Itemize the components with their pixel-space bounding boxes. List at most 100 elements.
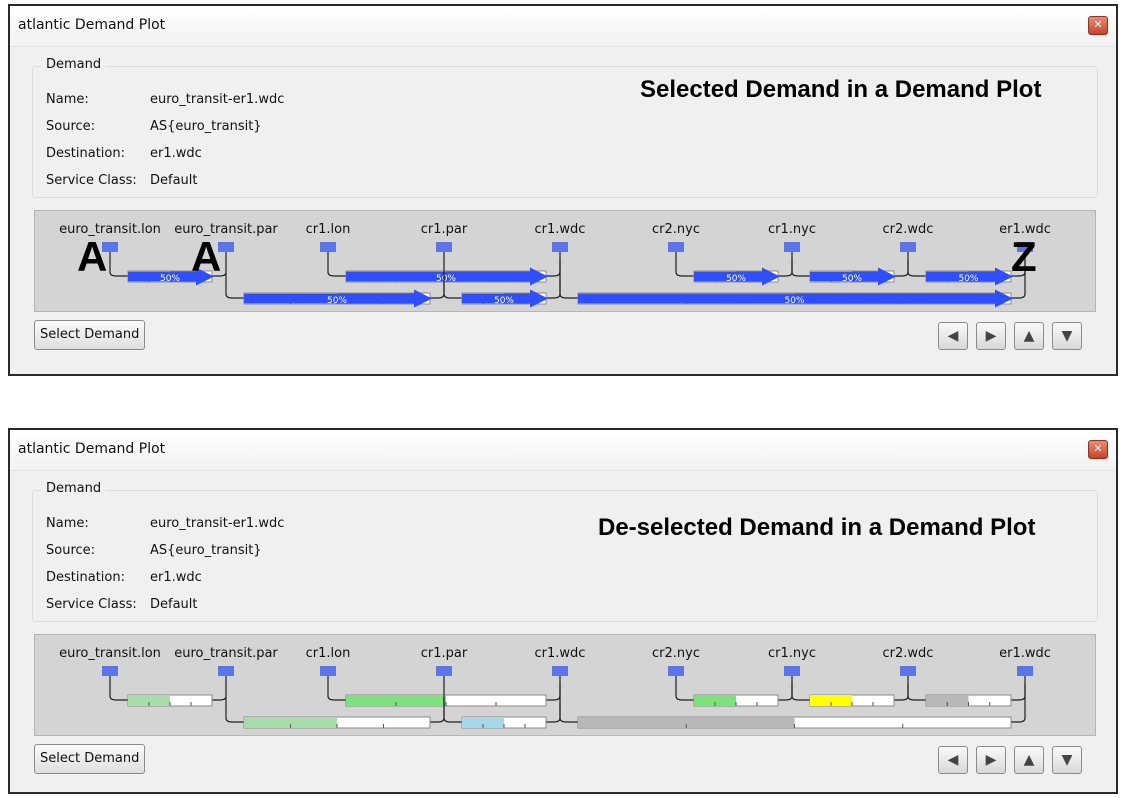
- arrow-left-icon: ◀: [947, 328, 959, 344]
- arrow-up-icon: ▲: [1023, 328, 1035, 344]
- node-label: cr2.wdc: [883, 646, 934, 661]
- demand-plot-area[interactable]: euro_transit.lon euro_transit.par cr1.lon c…: [34, 210, 1096, 312]
- demand-plot-window-selected: atlantic Demand Plot ✕ Demand Name: euro…: [8, 4, 1118, 376]
- nav-right-button[interactable]: ▶: [976, 746, 1006, 774]
- demand-arrow-head: [762, 267, 780, 286]
- node-label: euro_transit.par: [174, 222, 278, 237]
- overlay-caption: Selected Demand in a Demand Plot: [640, 76, 1042, 103]
- source-marker-a: A: [77, 233, 108, 280]
- node-label: cr2.wdc: [883, 222, 934, 237]
- flow-connector: [212, 684, 227, 701]
- node-square[interactable]: [784, 242, 800, 252]
- node-square[interactable]: [320, 242, 336, 252]
- flow-connector: [109, 684, 128, 701]
- source-value: AS{euro_transit}: [150, 543, 262, 558]
- node-label: cr1.par: [421, 646, 468, 661]
- select-demand-button[interactable]: Select Demand: [34, 744, 146, 774]
- select-demand-button[interactable]: Select Demand: [34, 320, 146, 350]
- flow-connector: [546, 260, 561, 299]
- flow-connector: [907, 684, 926, 701]
- flow-connector: [559, 697, 578, 723]
- flow-connector: [907, 260, 926, 277]
- utilization-label: 50%: [842, 274, 862, 284]
- demand-arrow-head: [530, 289, 548, 308]
- close-icon[interactable]: ✕: [1088, 16, 1108, 35]
- node-square[interactable]: [668, 666, 684, 676]
- node-square[interactable]: [900, 666, 916, 676]
- flow-connector: [675, 260, 694, 277]
- nav-up-button[interactable]: ▲: [1014, 322, 1044, 350]
- title-bar: atlantic Demand Plot ✕: [10, 430, 1116, 471]
- flow-connector: [559, 273, 578, 299]
- destination-label: Destination:: [46, 146, 125, 161]
- nav-left-button[interactable]: ◀: [938, 746, 968, 774]
- node-square[interactable]: [320, 666, 336, 676]
- node-label: cr1.wdc: [535, 222, 586, 237]
- flow-connector: [778, 260, 793, 277]
- window-title: atlantic Demand Plot: [18, 17, 166, 33]
- name-value: euro_transit-er1.wdc: [150, 516, 285, 531]
- destination-marker-z: Z: [1011, 233, 1037, 280]
- flow-connector: [675, 684, 694, 701]
- flow-connector: [894, 260, 909, 277]
- arrow-up-icon: ▲: [1023, 752, 1035, 768]
- flow-connector: [225, 697, 244, 723]
- source-marker-a-2: A: [191, 233, 222, 280]
- service-class-label: Service Class:: [46, 173, 137, 188]
- node-label: cr2.nyc: [652, 646, 700, 661]
- window-title: atlantic Demand Plot: [18, 441, 166, 457]
- node-label: cr1.nyc: [768, 646, 816, 661]
- node-label: cr1.lon: [306, 646, 351, 661]
- utilization-label: 50%: [436, 274, 456, 284]
- node-square[interactable]: [900, 242, 916, 252]
- destination-label: Destination:: [46, 570, 125, 585]
- source-label: Source:: [46, 119, 96, 134]
- node-square[interactable]: [552, 242, 568, 252]
- flow-connector: [546, 684, 561, 723]
- name-label: Name:: [46, 516, 89, 531]
- nav-left-button[interactable]: ◀: [938, 322, 968, 350]
- flow-connector: [109, 260, 128, 277]
- flow-connector: [1011, 684, 1026, 723]
- demand-plot-svg: euro_transit.lon euro_transit.par cr1.lon c…: [59, 646, 1051, 729]
- nav-down-button[interactable]: ▼: [1052, 322, 1082, 350]
- nav-down-button[interactable]: ▼: [1052, 746, 1082, 774]
- destination-value: er1.wdc: [150, 146, 202, 161]
- node-square[interactable]: [784, 666, 800, 676]
- arrow-left-icon: ◀: [947, 752, 959, 768]
- flow-connector: [791, 684, 810, 701]
- flow-connector: [327, 260, 346, 277]
- arrow-down-icon: ▼: [1061, 328, 1073, 344]
- flow-connector: [894, 684, 909, 701]
- arrow-down-icon: ▼: [1061, 752, 1073, 768]
- node-square[interactable]: [552, 666, 568, 676]
- demand-group-label: Demand: [42, 57, 106, 72]
- node-square[interactable]: [1017, 666, 1033, 676]
- demand-arrow-head: [878, 267, 896, 286]
- nav-right-button[interactable]: ▶: [976, 322, 1006, 350]
- node-label: cr1.nyc: [768, 222, 816, 237]
- utilization-label: 50%: [726, 274, 746, 284]
- destination-value: er1.wdc: [150, 570, 202, 585]
- nav-up-button[interactable]: ▲: [1014, 746, 1044, 774]
- node-label: euro_transit.lon: [59, 646, 161, 661]
- flow-connector: [546, 260, 561, 277]
- demand-plot-window-deselected: atlantic Demand Plot ✕ Demand Name: euro…: [8, 428, 1118, 794]
- title-bar: atlantic Demand Plot ✕: [10, 6, 1116, 47]
- demand-arrow-head: [414, 289, 432, 308]
- close-icon[interactable]: ✕: [1088, 440, 1108, 459]
- service-class-value: Default: [150, 597, 198, 612]
- node-square[interactable]: [436, 666, 452, 676]
- utilization-label: 50%: [327, 296, 347, 306]
- demand-plot-area[interactable]: euro_transit.lon euro_transit.par cr1.lon c…: [34, 634, 1096, 736]
- name-value: euro_transit-er1.wdc: [150, 92, 285, 107]
- utilization-label: 50%: [958, 274, 978, 284]
- node-square[interactable]: [436, 242, 452, 252]
- name-label: Name:: [46, 92, 89, 107]
- node-label: euro_transit.lon: [59, 222, 161, 237]
- demand-arrow-head: [995, 289, 1013, 308]
- node-square[interactable]: [102, 666, 118, 676]
- flow-connector: [327, 684, 346, 701]
- node-square[interactable]: [668, 242, 684, 252]
- node-square[interactable]: [218, 666, 234, 676]
